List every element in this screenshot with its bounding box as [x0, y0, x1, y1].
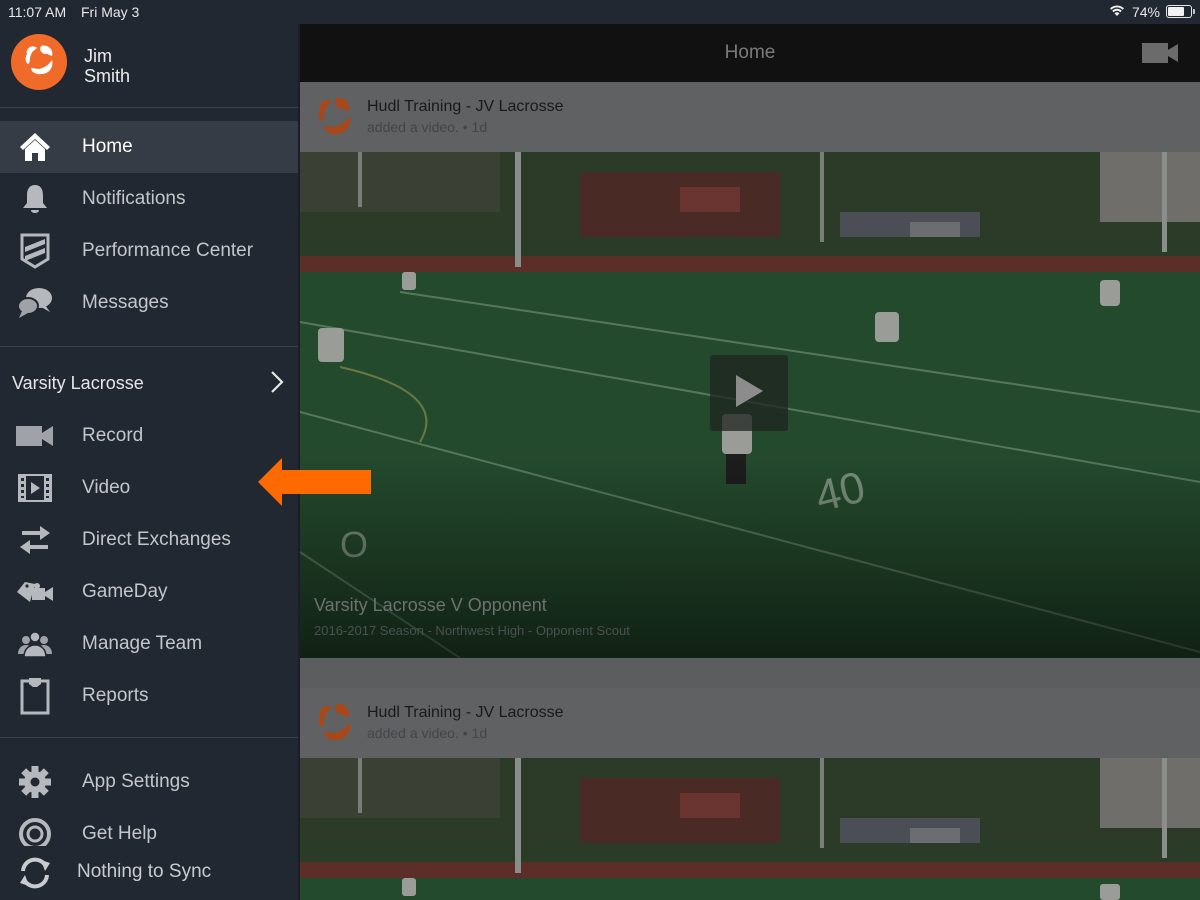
- sidebar-item-label: Get Help: [82, 823, 157, 844]
- shield-icon: [16, 232, 54, 270]
- feed-card-header[interactable]: Hudl Training - JV Lacrosse added a vide…: [300, 688, 1200, 758]
- feed-poster-name[interactable]: Hudl Training - JV Lacrosse: [367, 98, 564, 116]
- sync-status[interactable]: Nothing to Sync: [0, 846, 298, 900]
- sidebar-item-label: Record: [82, 425, 144, 446]
- sidebar-item-reports[interactable]: Reports: [0, 670, 298, 722]
- avatar[interactable]: [11, 34, 67, 90]
- sidebar-item-label: Manage Team: [82, 633, 203, 654]
- profile-first-name: Jim: [84, 46, 112, 66]
- bell-icon: [16, 180, 54, 218]
- video-camera-icon: [16, 417, 54, 455]
- status-date: Fri May 3: [81, 4, 140, 20]
- play-button[interactable]: [710, 355, 788, 431]
- feed-card-header[interactable]: Hudl Training - JV Lacrosse added a vide…: [300, 82, 1200, 152]
- main-content: Home Hudl Training - JV Lacrosse added a…: [300, 24, 1200, 900]
- top-navigation-bar: Home: [300, 24, 1200, 82]
- feed-poster-name[interactable]: Hudl Training - JV Lacrosse: [367, 704, 564, 722]
- hudl-logo-icon: [312, 94, 356, 145]
- status-bar: 11:07 AM Fri May 3 74%: [0, 0, 1200, 24]
- sidebar-item-manage-team[interactable]: Manage Team: [0, 618, 298, 670]
- video-subtitle: 2016-2017 Season - Northwest High - Oppo…: [314, 623, 630, 638]
- video-scene-image: [300, 758, 1200, 900]
- sidebar-item-label: Direct Exchanges: [82, 529, 231, 550]
- sidebar-item-label: Home: [82, 136, 133, 157]
- sidebar-item-direct-exchanges[interactable]: Direct Exchanges: [0, 514, 298, 566]
- status-right: 74%: [1108, 3, 1195, 20]
- chevron-right-icon: [270, 370, 284, 399]
- sync-icon: [16, 854, 54, 897]
- sidebar-item-label: GameDay: [82, 581, 168, 602]
- video-camera-icon[interactable]: [1142, 41, 1180, 70]
- people-icon: [16, 625, 54, 663]
- divider: [0, 737, 298, 738]
- sidebar-item-label: Performance Center: [82, 240, 254, 261]
- sidebar-item-notifications[interactable]: Notifications: [0, 173, 298, 225]
- hudl-logo-icon: [312, 700, 356, 751]
- battery-percent: 74%: [1131, 3, 1160, 20]
- sidebar-item-home[interactable]: Home: [0, 121, 298, 173]
- status-time: 11:07 AM: [8, 4, 67, 20]
- hudl-logo-icon: [19, 40, 59, 85]
- profile-last-name: Smith: [84, 66, 131, 86]
- sidebar-item-messages[interactable]: Messages: [0, 277, 298, 329]
- profile-name: Jim Smith: [84, 46, 130, 86]
- feed-meta: added a video. • 1d: [367, 119, 488, 135]
- feed-gap: [300, 658, 1200, 688]
- battery-icon: [1166, 5, 1195, 18]
- sidebar-item-label: Video: [82, 477, 131, 498]
- play-icon: [734, 374, 764, 413]
- sidebar-item-performance-center[interactable]: Performance Center: [0, 225, 298, 277]
- sidebar-item-app-settings[interactable]: App Settings: [0, 756, 298, 808]
- battery-fill: [1168, 7, 1185, 16]
- home-icon: [16, 128, 54, 166]
- tag-camera-icon: [16, 573, 54, 611]
- sidebar-item-label: App Settings: [82, 771, 190, 792]
- gear-icon: [16, 763, 54, 801]
- video-thumbnail[interactable]: 40 O Varsity Lacrosse V Opponent 2016-20…: [300, 152, 1200, 658]
- clipboard-icon: [16, 677, 54, 715]
- sidebar-item-label: Reports: [82, 685, 149, 706]
- divider: [0, 346, 298, 347]
- exchange-arrows-icon: [16, 521, 54, 559]
- annotation-arrow-icon: [258, 458, 372, 511]
- sidebar-item-label: Notifications: [82, 188, 186, 209]
- sidebar-item-gameday[interactable]: GameDay: [0, 566, 298, 618]
- team-name: Varsity Lacrosse: [12, 373, 144, 393]
- sidebar-item-record[interactable]: Record: [0, 410, 298, 462]
- chat-bubbles-icon: [16, 284, 54, 322]
- profile-header[interactable]: Jim Smith: [0, 24, 298, 108]
- wifi-icon: [1108, 3, 1126, 20]
- sidebar: Jim Smith Home Notifications Performance…: [0, 24, 298, 900]
- video-thumbnail[interactable]: [300, 758, 1200, 900]
- sync-label: Nothing to Sync: [77, 861, 212, 882]
- page-title: Home: [724, 42, 776, 63]
- video-title: Varsity Lacrosse V Opponent: [314, 595, 547, 615]
- sidebar-item-video[interactable]: Video: [0, 462, 298, 514]
- sidebar-item-label: Messages: [82, 292, 169, 313]
- feed-meta: added a video. • 1d: [367, 725, 488, 741]
- team-header[interactable]: Varsity Lacrosse: [0, 358, 298, 408]
- film-play-icon: [16, 469, 54, 507]
